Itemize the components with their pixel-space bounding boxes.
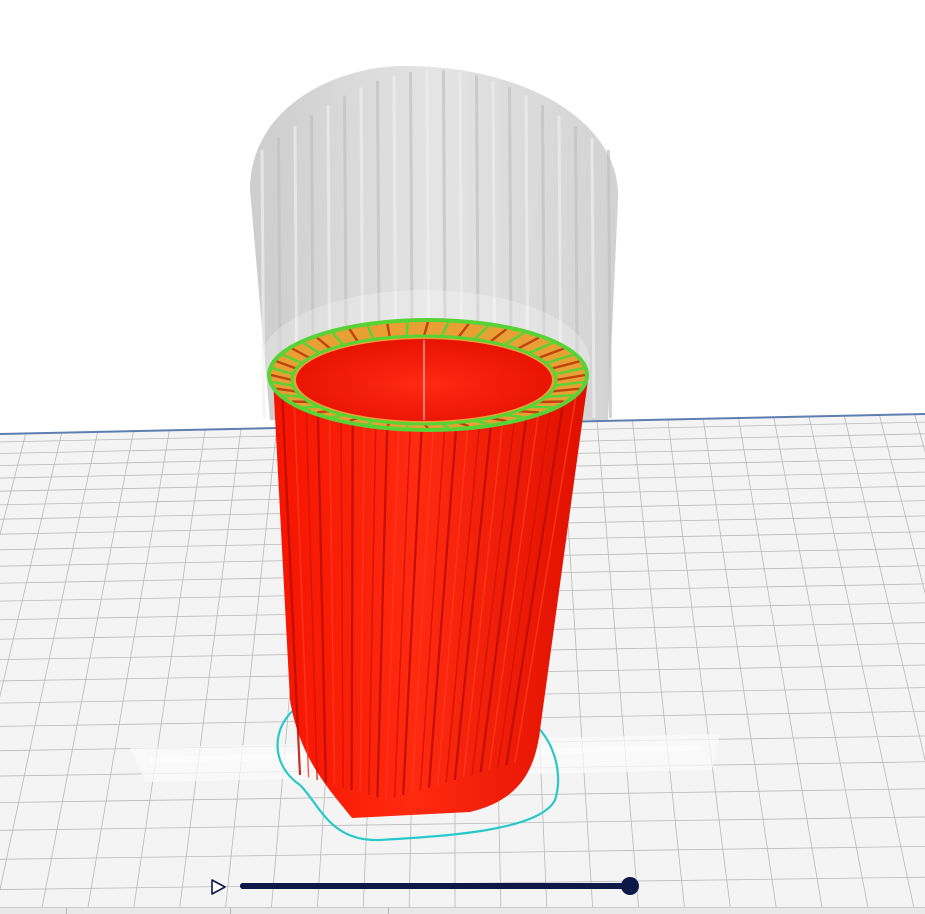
3d-viewport[interactable] (0, 0, 925, 913)
toolbar-divider (388, 908, 389, 914)
toolbar-divider (230, 908, 231, 914)
toolbar-divider (66, 908, 67, 914)
simulation-bar (0, 864, 925, 908)
play-icon (206, 876, 230, 898)
layer-slider-fill (240, 883, 630, 889)
layer-slider-track[interactable] (240, 883, 630, 889)
current-layer-rim (269, 320, 587, 430)
play-button[interactable] (206, 876, 230, 898)
layer-slider-handle[interactable] (621, 877, 639, 895)
